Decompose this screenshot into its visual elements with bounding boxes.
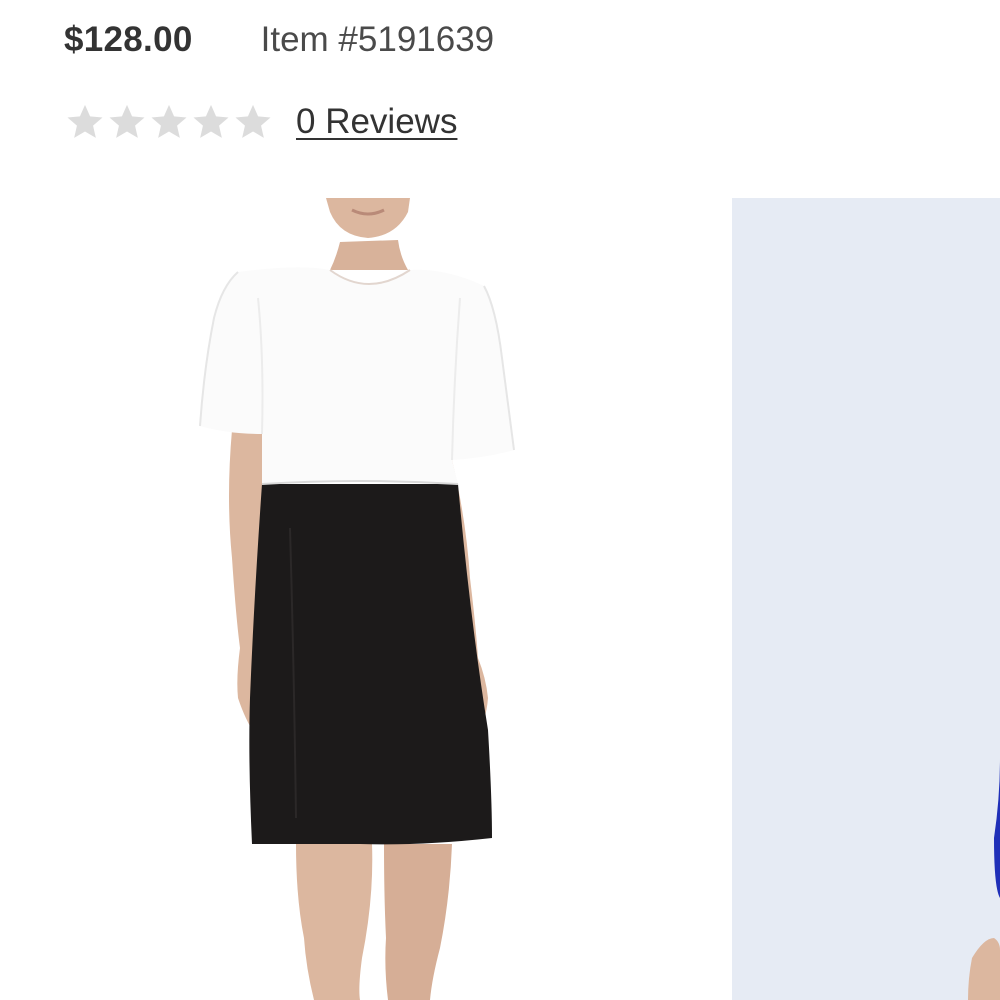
dress-photo-icon: [732, 198, 1000, 1000]
dress-photo-icon: [199, 198, 515, 1000]
product-page: $128.00 Item #5191639 0 Reviews: [0, 0, 1000, 1000]
product-image-front[interactable]: [0, 198, 730, 1000]
star-icon: [193, 104, 229, 138]
product-price: $128.00: [64, 20, 193, 59]
item-number: Item #5191639: [260, 20, 495, 59]
star-icon: [67, 104, 103, 138]
reviews-link[interactable]: 0 Reviews: [296, 102, 457, 142]
star-rating[interactable]: [64, 101, 274, 143]
star-icon: [235, 104, 271, 138]
star-icon: [109, 104, 145, 138]
product-image-gallery[interactable]: [0, 198, 1000, 1000]
star-icon: [151, 104, 187, 138]
rating-row: 0 Reviews: [64, 96, 457, 148]
price-row: $128.00 Item #5191639: [64, 14, 494, 66]
product-image-next[interactable]: [732, 198, 1000, 1000]
